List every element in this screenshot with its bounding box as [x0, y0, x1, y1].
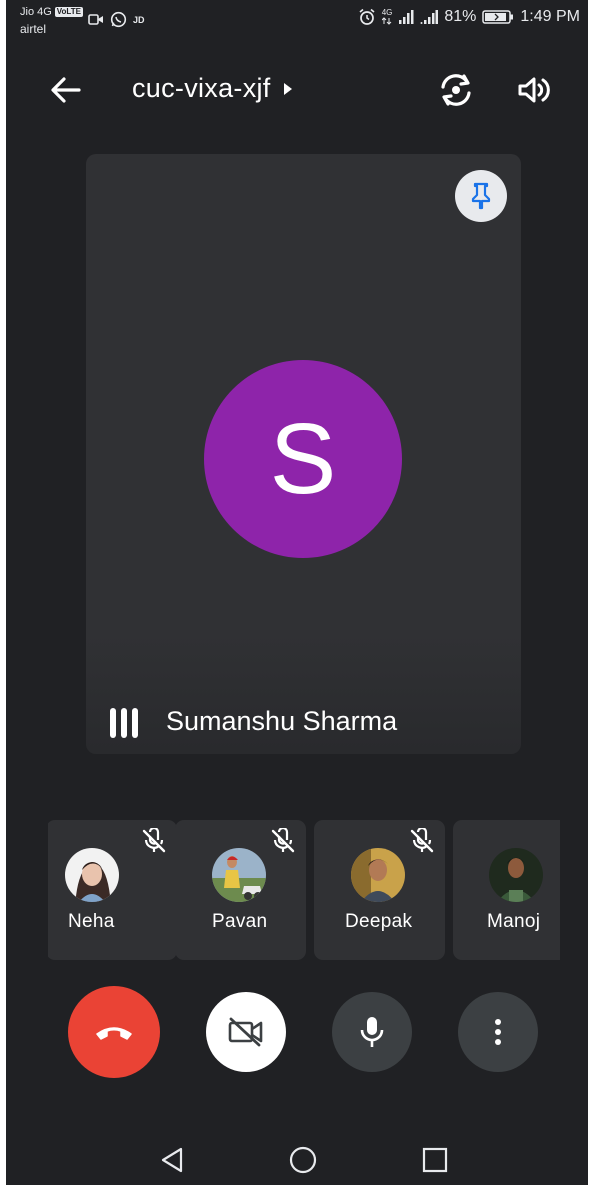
participant-photo-neha	[65, 848, 119, 902]
signal-bars-icon	[399, 10, 414, 24]
alarm-icon	[359, 8, 375, 25]
main-participant-tile[interactable]: S Sumanshu Sharma	[86, 154, 521, 754]
participant-strip[interactable]: Neha Pavan Deepak Manoj	[48, 820, 560, 960]
participant-name: Manoj	[487, 911, 541, 932]
nav-back-button[interactable]	[152, 1140, 192, 1180]
status-right-group: 4G 81% 1:49 PM	[358, 8, 580, 26]
participant-photo-deepak	[351, 848, 405, 902]
participant-name: Pavan	[212, 911, 268, 932]
participant-photo-pavan	[212, 848, 266, 902]
more-vert-icon	[495, 1019, 501, 1045]
whatsapp-icon	[110, 11, 127, 28]
photo-avatar-icon	[489, 848, 543, 902]
triangle-right-icon	[283, 82, 292, 95]
participant-tile-pavan[interactable]: Pavan	[175, 820, 306, 960]
mic-off-icon	[410, 828, 434, 853]
participant-tile-manoj[interactable]: Manoj	[453, 820, 560, 960]
participant-tile-neha[interactable]: Neha	[48, 820, 177, 960]
participant-name: Neha	[68, 911, 115, 932]
carrier-secondary: airtel	[20, 22, 47, 36]
mic-off-icon	[271, 828, 295, 853]
speaking-indicator	[110, 708, 138, 738]
arrows-icon	[382, 17, 392, 25]
carrier-primary: Jio 4G VoLTE	[20, 6, 83, 18]
jd-notification: JD	[133, 14, 145, 25]
nav-recents-button[interactable]	[415, 1140, 455, 1180]
switch-camera-button[interactable]	[434, 70, 478, 110]
photo-avatar-icon	[212, 848, 266, 902]
pin-icon	[471, 182, 491, 210]
meeting-title[interactable]: cuc-vixa-xjf	[132, 73, 293, 104]
speaker-button[interactable]	[512, 70, 556, 110]
speaking-bar	[110, 708, 116, 738]
end-call-button[interactable]	[68, 986, 160, 1078]
square-recents-icon	[422, 1147, 448, 1173]
phone-screen: Jio 4G VoLTE airtel JD 4G 81% 1:49 PM cu…	[6, 0, 588, 1185]
video-notification-icon	[88, 14, 103, 25]
battery-icon	[482, 10, 514, 24]
signal-bars-2-icon	[420, 10, 439, 24]
system-nav-bar	[6, 1130, 588, 1185]
circle-home-icon	[289, 1146, 317, 1174]
lte-label: 4G	[381, 8, 393, 17]
photo-avatar-icon	[351, 848, 405, 902]
participant-photo-manoj	[489, 848, 543, 902]
lte-indicator: 4G	[381, 8, 393, 25]
participant-tile-deepak[interactable]: Deepak	[314, 820, 445, 960]
carrier-primary-label: Jio 4G	[20, 6, 52, 18]
volte-badge: VoLTE	[54, 7, 83, 17]
arrow-left-icon	[51, 77, 81, 103]
speaking-bar	[132, 708, 138, 738]
mic-icon	[360, 1017, 384, 1047]
speaker-icon	[518, 77, 550, 103]
participant-avatar-large: S	[204, 360, 402, 558]
speaking-bar	[121, 708, 127, 738]
mic-off-icon	[142, 828, 166, 853]
battery-percent: 81%	[444, 8, 477, 25]
back-button[interactable]	[44, 70, 88, 110]
notification-icons: JD	[88, 11, 145, 28]
video-toggle-button[interactable]	[206, 992, 286, 1072]
mic-toggle-button[interactable]	[332, 992, 412, 1072]
clock: 1:49 PM	[520, 8, 580, 25]
video-off-icon	[228, 1017, 263, 1047]
switch-camera-icon	[441, 74, 471, 106]
nav-home-button[interactable]	[283, 1140, 323, 1180]
call-controls	[6, 984, 588, 1080]
pin-button[interactable]	[455, 170, 507, 222]
more-options-button[interactable]	[458, 992, 538, 1072]
call-top-bar: cuc-vixa-xjf	[6, 64, 588, 116]
photo-avatar-icon	[65, 848, 119, 902]
main-participant-name: Sumanshu Sharma	[166, 706, 398, 736]
triangle-back-icon	[161, 1147, 183, 1173]
meeting-code: cuc-vixa-xjf	[132, 73, 271, 103]
participant-name: Deepak	[345, 911, 413, 932]
phone-hangup-icon	[96, 1027, 132, 1040]
status-bar: Jio 4G VoLTE airtel JD 4G 81% 1:49 PM	[6, 0, 588, 44]
